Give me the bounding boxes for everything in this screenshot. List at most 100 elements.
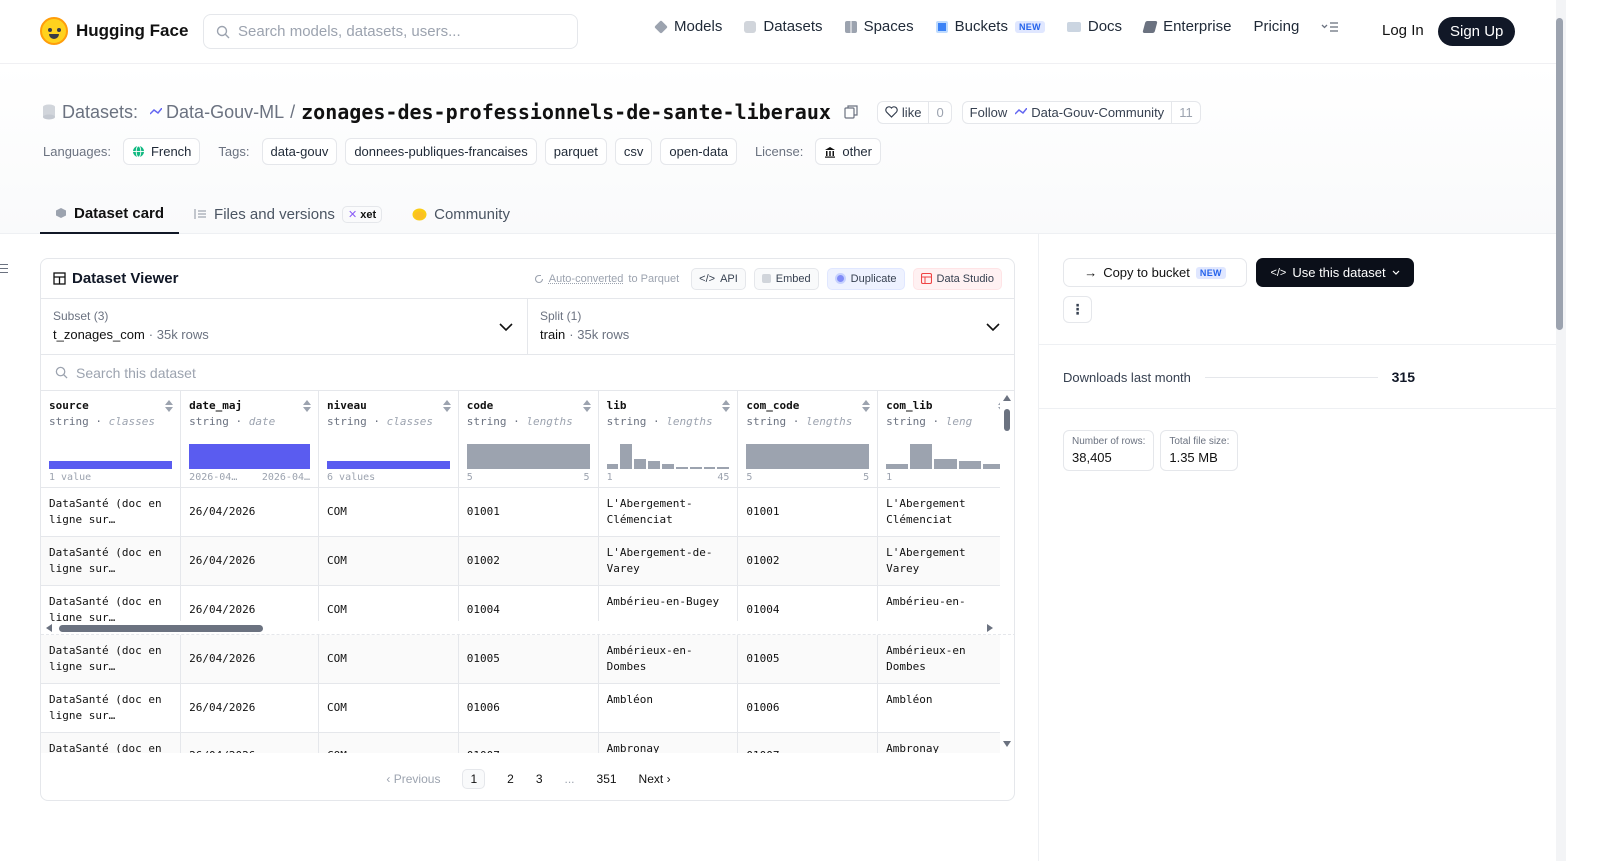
histogram-bar[interactable] <box>958 461 981 469</box>
nav-models[interactable]: Models <box>654 18 722 35</box>
sort-icon[interactable] <box>722 400 731 412</box>
sort-icon[interactable] <box>165 400 174 412</box>
column-header[interactable]: com_lib string · leng 1 <box>877 391 1014 488</box>
org-link[interactable]: Data-Gouv-ML <box>150 102 284 123</box>
table-cell[interactable]: 01001 <box>458 487 599 537</box>
table-cell[interactable]: 26/04/2026 <box>180 683 320 733</box>
table-cell[interactable]: Ambérieux-en-Dombes <box>598 634 739 684</box>
duplicate-button[interactable]: Duplicate <box>826 267 905 290</box>
nav-more-menu[interactable] <box>1321 21 1339 33</box>
table-cell[interactable]: 01006 <box>458 683 599 733</box>
table-cell[interactable]: 01007 <box>737 732 879 753</box>
nav-datasets[interactable]: Datasets <box>744 18 823 35</box>
page-last-button[interactable]: 351 <box>597 772 617 786</box>
table-cell[interactable]: DataSanté (doc en ligne sur… <box>41 634 182 684</box>
sidebar-toggle[interactable] <box>0 264 8 276</box>
histogram-bar[interactable] <box>934 459 957 469</box>
sort-icon[interactable] <box>442 400 451 412</box>
table-cell[interactable]: Ambléon <box>598 683 739 733</box>
sort-icon[interactable] <box>862 400 871 412</box>
table-cell[interactable]: Ambléon <box>877 683 1014 733</box>
tab-dataset-card[interactable]: Dataset card <box>40 194 180 234</box>
table-cell[interactable]: 01007 <box>458 732 599 753</box>
histogram-bar[interactable] <box>648 461 661 469</box>
data-studio-button[interactable]: Data Studio <box>912 267 1002 290</box>
column-header[interactable]: source string · classes 1 value <box>41 391 182 488</box>
table-cell[interactable]: 01001 <box>737 487 879 537</box>
sort-icon[interactable] <box>582 400 591 412</box>
tag-csv[interactable]: csv <box>614 138 653 165</box>
table-cell[interactable]: DataSanté (doc en ligne sur… <box>41 536 182 586</box>
table-row[interactable]: DataSanté (doc en ligne sur… 26/04/2026 CO… <box>41 536 1014 586</box>
page-3-button[interactable]: 3 <box>536 772 543 786</box>
tab-files-and-versions[interactable]: Files and versions ✕ xet <box>179 194 397 234</box>
vertical-scroll-thumb[interactable] <box>1004 409 1010 431</box>
table-row[interactable]: DataSanté (doc en ligne sur… 26/04/2026 CO… <box>41 683 1014 733</box>
histogram-bar[interactable] <box>703 467 716 469</box>
table-cell[interactable]: COM <box>318 536 459 586</box>
column-header[interactable]: com_code string · lengths 5 5 <box>737 391 879 488</box>
brand-logo[interactable]: Hugging Face <box>40 17 188 45</box>
table-cell[interactable]: DataSanté (doc en <box>41 732 182 753</box>
api-button[interactable]: </> API <box>691 267 746 290</box>
nav-pricing[interactable]: Pricing <box>1253 18 1299 35</box>
histogram-bar[interactable] <box>327 461 450 469</box>
tag-data-gouv[interactable]: data-gouv <box>261 138 338 165</box>
previous-page-button[interactable]: ‹ Previous <box>386 772 440 786</box>
embed-button[interactable]: Embed <box>753 267 819 290</box>
histogram-bar[interactable] <box>189 444 311 469</box>
column-header[interactable]: lib string · lengths 1 45 <box>598 391 739 488</box>
tab-community[interactable]: Community <box>397 194 525 234</box>
follow-button[interactable]: Follow Data-Gouv-Community 11 <box>961 100 1201 124</box>
table-cell[interactable]: L'Abergement-Clémenciat <box>598 487 739 537</box>
histogram-bar[interactable] <box>634 459 647 469</box>
table-cell[interactable]: COM <box>318 683 459 733</box>
table-cell[interactable]: 01005 <box>737 634 879 684</box>
table-cell[interactable]: 01002 <box>737 536 879 586</box>
column-header[interactable]: code string · lengths 5 5 <box>458 391 599 488</box>
page-scrollbar[interactable] <box>1556 0 1600 861</box>
table-row[interactable]: DataSanté (doc en ligne sur… 26/04/2026 CO… <box>41 487 1014 537</box>
like-button[interactable]: like 0 <box>876 100 952 124</box>
next-page-button[interactable]: Next › <box>639 772 671 786</box>
table-cell[interactable]: DataSanté (doc en ligne sur… <box>41 487 182 537</box>
use-this-dataset-button[interactable]: </> Use this dataset <box>1256 258 1414 287</box>
table-cell[interactable]: 26/04/2026 <box>180 487 320 537</box>
global-search[interactable] <box>203 14 578 49</box>
histogram-bar[interactable] <box>662 464 674 469</box>
split-select[interactable]: Split (1) train · 35k rows <box>527 299 1014 354</box>
tag-donnees-publiques[interactable]: donnees-publiques-francaises <box>345 138 537 165</box>
table-cell[interactable]: COM <box>318 634 459 684</box>
auto-converted-link[interactable]: Auto-converted <box>549 273 624 285</box>
page-scroll-thumb[interactable] <box>1556 18 1563 330</box>
table-cell[interactable]: COM <box>318 732 459 753</box>
language-tag[interactable]: French <box>122 138 201 165</box>
table-cell[interactable]: L'Abergement Clémenciat <box>877 487 1014 537</box>
nav-docs[interactable]: Docs <box>1066 18 1122 35</box>
histogram-bar[interactable] <box>49 461 173 469</box>
table-cell[interactable]: DataSanté (doc en ligne sur… <box>41 683 182 733</box>
dataset-search[interactable] <box>41 355 1014 391</box>
histogram-bar[interactable] <box>466 444 590 469</box>
nav-spaces[interactable]: Spaces <box>844 18 914 35</box>
table-cell[interactable]: L'Abergement Varey <box>877 536 1014 586</box>
table-row[interactable]: DataSanté (doc en26/04/2026COM01007Ambro… <box>41 732 1014 753</box>
table-cell[interactable]: 26/04/2026 <box>180 536 320 586</box>
tag-open-data[interactable]: open-data <box>660 138 737 165</box>
subset-select[interactable]: Subset (3) t_zonages_com · 35k rows <box>41 299 527 354</box>
histogram-bar[interactable] <box>746 444 870 469</box>
sort-icon[interactable] <box>303 400 312 412</box>
page-2-button[interactable]: 2 <box>507 772 514 786</box>
nav-buckets[interactable]: Buckets NEW <box>935 18 1045 35</box>
global-search-input[interactable] <box>238 23 558 40</box>
histogram-bar[interactable] <box>910 444 933 469</box>
copy-icon[interactable] <box>843 104 859 120</box>
table-cell[interactable]: Ambronay <box>877 732 1014 753</box>
table-cell[interactable]: COM <box>318 487 459 537</box>
license-tag[interactable]: other <box>815 138 881 165</box>
signup-button[interactable]: Sign Up <box>1438 17 1516 46</box>
nav-enterprise[interactable]: Enterprise <box>1142 18 1231 35</box>
copy-to-bucket-button[interactable]: → Copy to bucket NEW <box>1063 258 1247 287</box>
tag-parquet[interactable]: parquet <box>544 138 607 165</box>
histogram-bar[interactable] <box>620 444 633 469</box>
